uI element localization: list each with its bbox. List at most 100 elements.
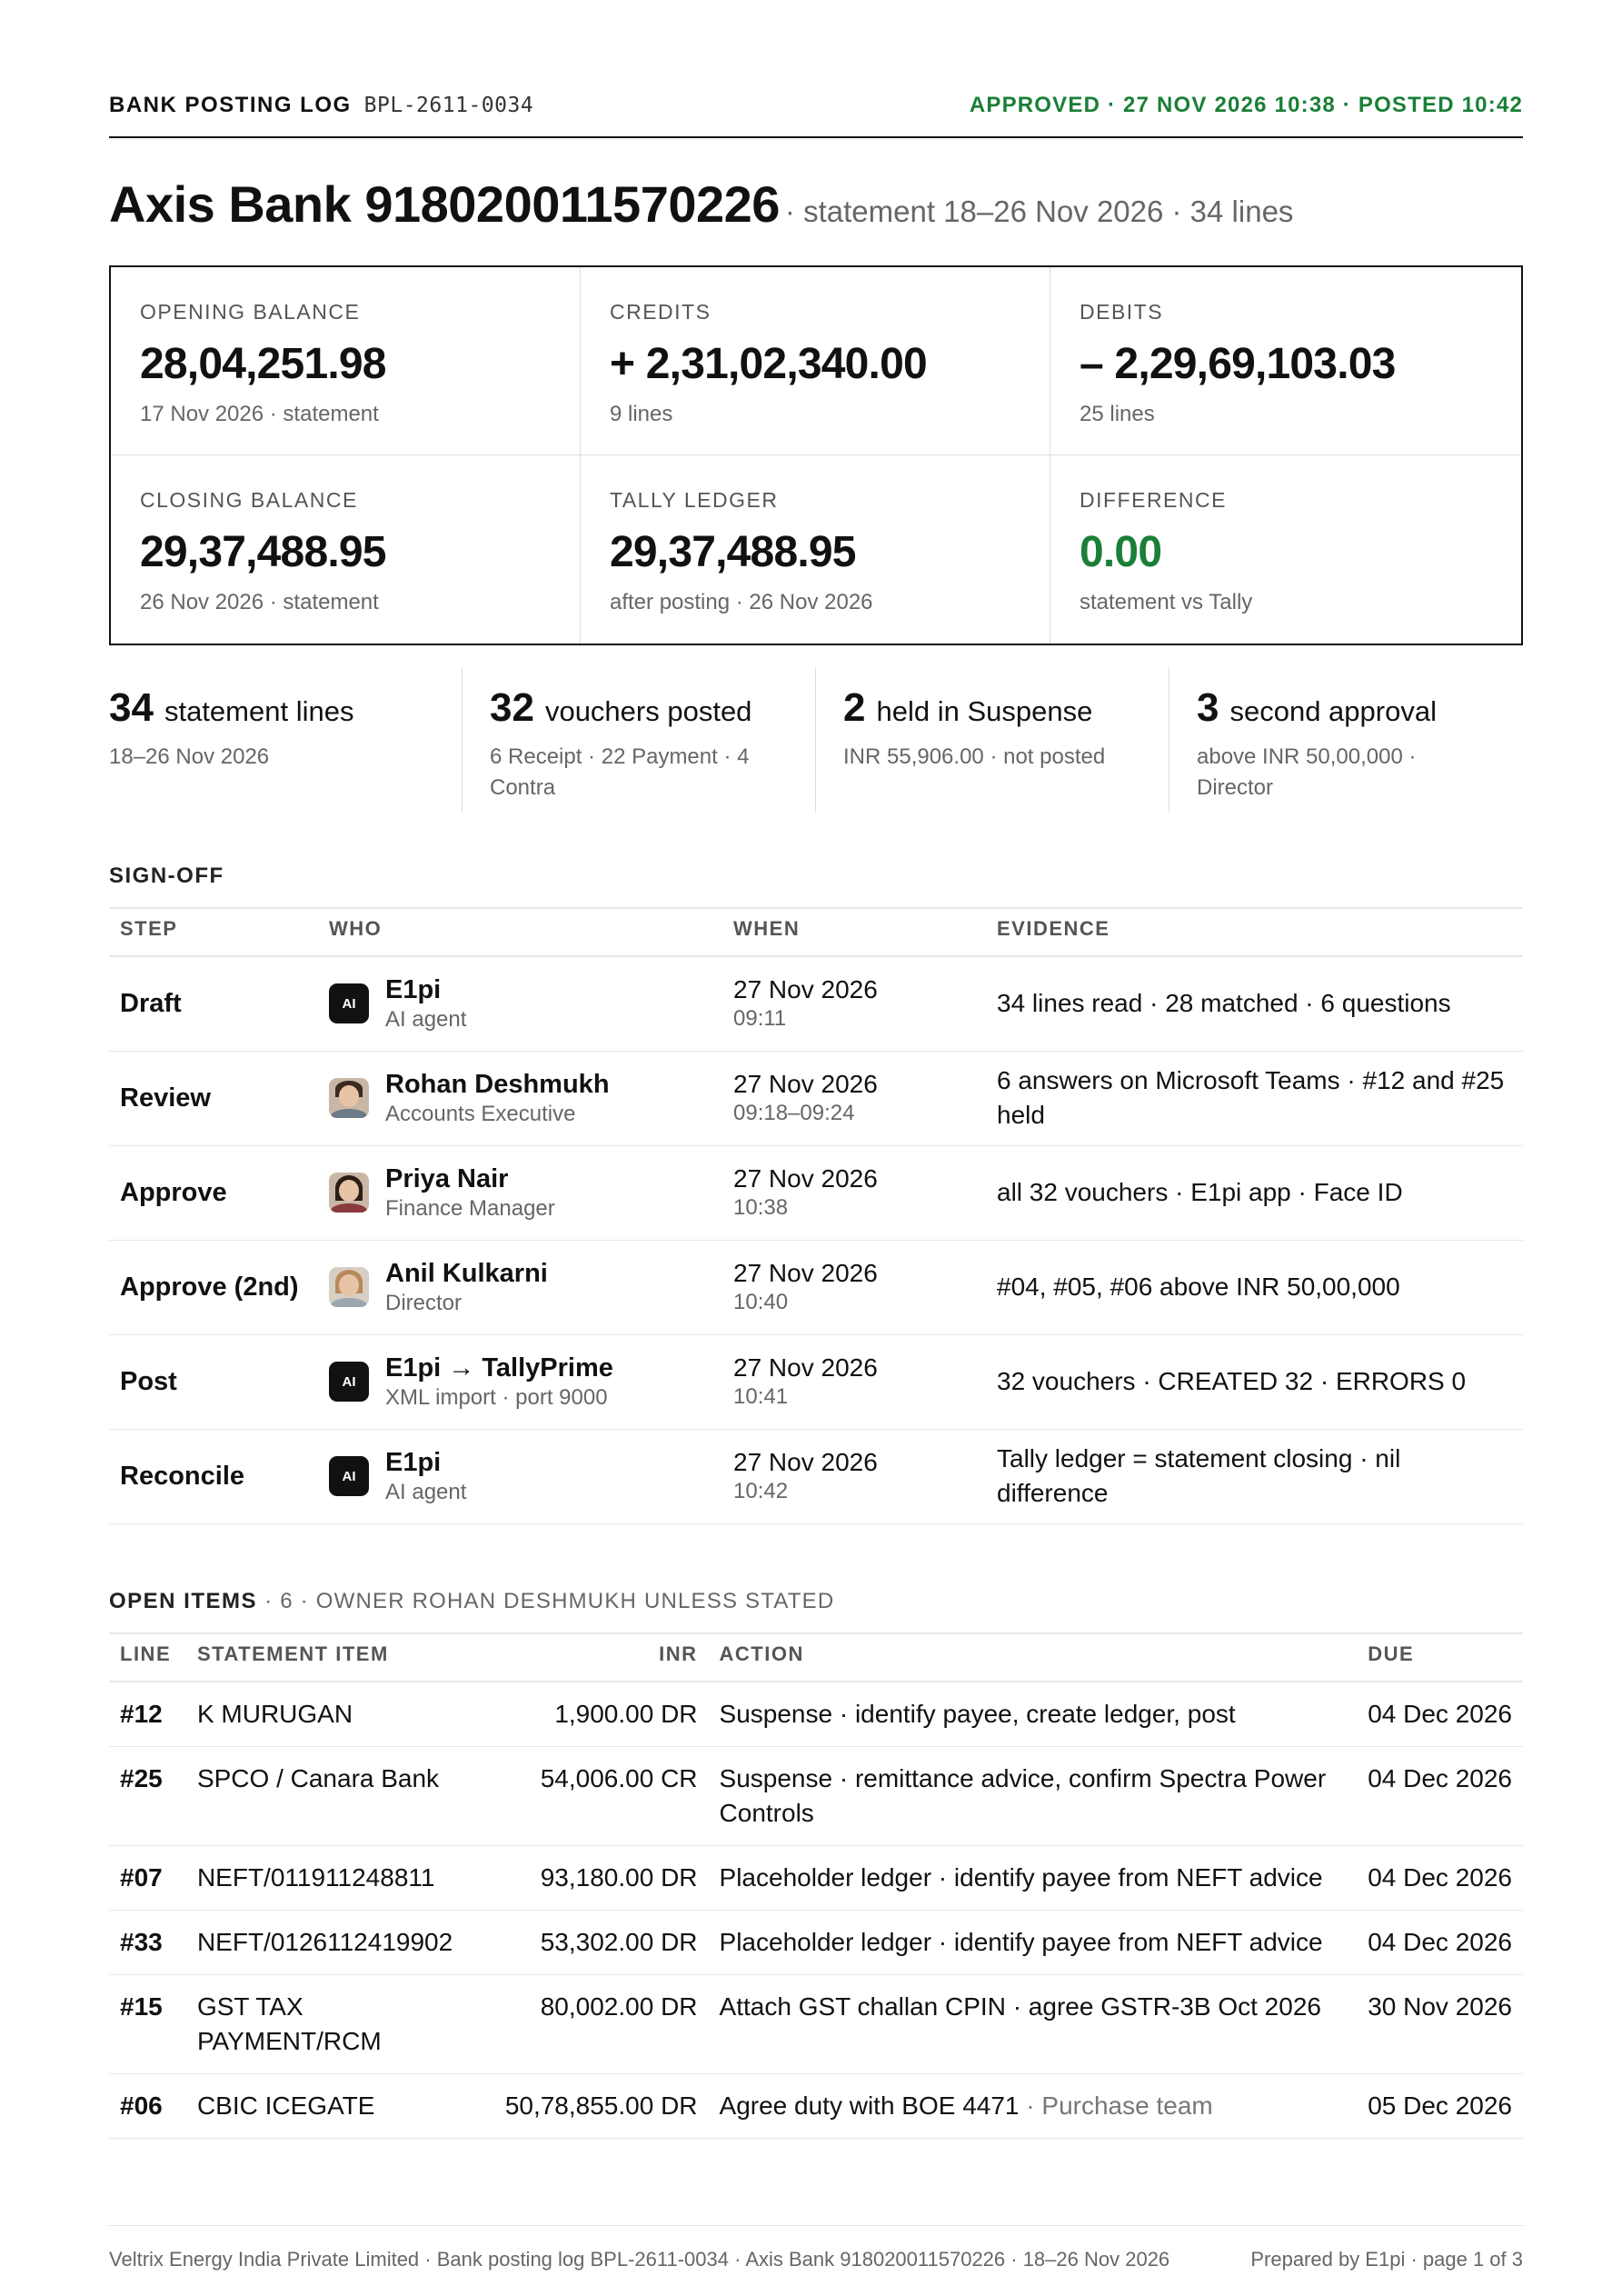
statement-item: CBIC ICEGATE [185,2073,486,2139]
line-ref: #25 [109,1746,186,1846]
who-cell: AI E1pi → TallyPrime XML import · port 900… [318,1334,722,1430]
amount: 1,900.00 DR [485,1682,709,1747]
column-header: ACTION [708,1625,1358,1682]
statement-item: SPCO / Canara Bank [185,1746,486,1846]
evidence: #04, #05, #06 above INR 50,00,000 [986,1240,1523,1335]
balance-label: DEBITS [1080,300,1164,324]
footer-right: Prepared by E1pi · page 1 of 3 [1250,2248,1523,2271]
who-cell: Anil Kulkarni Director [318,1240,722,1335]
balance-cell: DIFFERENCE 0.00 statement vs Tally [1050,455,1521,644]
signer-role: Finance Manager [385,1195,555,1221]
statement-meta: · statement 18–26 Nov 2026 · 34 lines [784,195,1294,228]
amount: 80,002.00 DR [485,1974,709,2074]
action: Attach GST challan CPIN · agree GSTR-3B … [708,1974,1358,2074]
table-row: #06 CBIC ICEGATE 50,78,855.00 DR Agree d… [109,2073,1523,2139]
column-header: LINE [109,1625,186,1682]
balance-label: OPENING BALANCE [140,300,361,324]
summary-stats: 34 statement lines 18–26 Nov 2026 32 vouch… [109,667,1523,813]
stat-label: vouchers posted [544,695,752,727]
when-cell: 27 Nov 2026 10:41 [722,1334,986,1430]
who-cell: AI E1pi AI agent [318,1429,722,1524]
evidence: all 32 vouchers · E1pi app · Face ID [986,1145,1523,1241]
table-row: Post AI E1pi → TallyPrime XML import · por… [109,1334,1523,1430]
signer-name: E1pi [385,1447,442,1477]
signer-name: Anil Kulkarni [385,1258,548,1288]
action: Agree duty with BOE 4471 [719,2091,1020,2120]
doc-code: BPL-2611-0034 [363,94,534,117]
action-owner-note: · Purchase team [1019,2091,1213,2120]
line-ref: #07 [109,1845,186,1911]
doc-type-label: BANK POSTING LOG [109,93,352,117]
signer-role: Director [385,1290,463,1315]
table-row: #15 GST TAX PAYMENT/RCM 80,002.00 DR Att… [109,1974,1523,2074]
balance-value: 29,37,488.95 [610,528,856,576]
page-title: Axis Bank 918020011570226 · statement 18–… [109,175,1293,234]
when-cell: 27 Nov 2026 10:38 [722,1145,986,1241]
step-name: Draft [109,956,318,1052]
table-row: Approve Priya Nair Finance Manager 27 Nov… [109,1145,1523,1241]
column-header: STATEMENT ITEM [185,1625,486,1682]
table-row: #33 NEFT/0126112419902 53,302.00 DR Plac… [109,1910,1523,1975]
stat-label: second approval [1229,695,1437,727]
when-cell: 27 Nov 2026 10:40 [722,1240,986,1335]
table-header-row: STEP WHO WHEN EVIDENCE [109,900,1523,957]
table-header-row: LINE STATEMENT ITEM INR ACTION DUE [109,1625,1523,1682]
balance-value: 29,37,488.95 [140,528,386,576]
sign-date: 27 Nov 2026 [733,1164,878,1193]
amount: 54,006.00 CR [485,1746,709,1846]
column-header: EVIDENCE [986,900,1523,957]
balance-cell: CLOSING BALANCE 29,37,488.95 26 Nov 2026… [111,455,581,644]
who-cell: Priya Nair Finance Manager [318,1145,722,1241]
doc-type: BANK POSTING LOG BPL-2611-0034 [109,93,533,118]
step-name: Reconcile [109,1429,318,1524]
line-ref: #06 [109,2073,186,2139]
avatar [329,1078,369,1118]
balance-value: 28,04,251.98 [140,340,386,388]
open-items-table: LINE STATEMENT ITEM INR ACTION DUE #12 K… [109,1625,1523,2139]
line-ref: #12 [109,1682,186,1747]
document-header: BANK POSTING LOG BPL-2611-0034 APPROVED ·… [109,93,1523,138]
statement-item: NEFT/0126112419902 [185,1910,486,1975]
open-items-title: OPEN ITEMS [109,1589,258,1613]
signer-name: E1pi → TallyPrime [385,1353,613,1383]
action-cell: Agree duty with BOE 4471 · Purchase team [708,2073,1358,2139]
due-date: 05 Dec 2026 [1357,2073,1523,2139]
column-header: DUE [1357,1625,1523,1682]
balance-label: CLOSING BALANCE [140,488,358,512]
stat-number: 34 [109,685,154,730]
sign-date: 27 Nov 2026 [733,1448,878,1476]
table-row: Draft AI E1pi AI agent 27 Nov 2026 09:11 34… [109,956,1523,1052]
due-date: 04 Dec 2026 [1357,1746,1523,1846]
when-cell: 27 Nov 2026 10:42 [722,1429,986,1524]
who-cell: AI E1pi AI agent [318,956,722,1052]
balance-value: – 2,29,69,103.03 [1080,340,1396,388]
approval-status: APPROVED · 27 NOV 2026 10:38 · POSTED 10… [969,93,1523,117]
column-header: WHEN [722,900,986,957]
stat-desc: INR 55,906.00 · not posted [843,744,1106,769]
balance-label: TALLY LEDGER [610,488,779,512]
stat-block: 3 second approval above INR 50,00,000 · D… [1169,667,1523,813]
step-name: Approve (2nd) [109,1240,318,1335]
bank-account-title: Axis Bank 918020011570226 [109,175,780,233]
stat-number: 32 [490,685,534,730]
signer-name: Priya Nair [385,1163,509,1193]
balance-sub: statement vs Tally [1080,590,1253,614]
sign-time: 10:40 [733,1290,789,1314]
due-date: 30 Nov 2026 [1357,1974,1523,2074]
avatar [329,1267,369,1307]
sign-time: 10:38 [733,1195,789,1220]
stat-block: 34 statement lines 18–26 Nov 2026 [109,667,463,813]
sign-date: 27 Nov 2026 [733,975,878,1004]
signer-name: E1pi [385,974,442,1004]
due-date: 04 Dec 2026 [1357,1682,1523,1747]
signer-role: Accounts Executive [385,1101,576,1126]
balance-label: DIFFERENCE [1080,488,1227,512]
evidence: Tally ledger = statement closing · nil d… [986,1429,1523,1524]
balance-sub: 26 Nov 2026 · statement [140,590,379,614]
line-ref: #15 [109,1974,186,2074]
column-header: STEP [109,900,318,957]
balance-cell: OPENING BALANCE 28,04,251.98 17 Nov 2026… [111,267,581,455]
footer-left: Veltrix Energy India Private Limited · B… [109,2248,1170,2271]
stat-desc: 6 Receipt · 22 Payment · 4 Contra [490,744,750,800]
balance-cell: DEBITS – 2,29,69,103.03 25 lines [1050,267,1521,455]
